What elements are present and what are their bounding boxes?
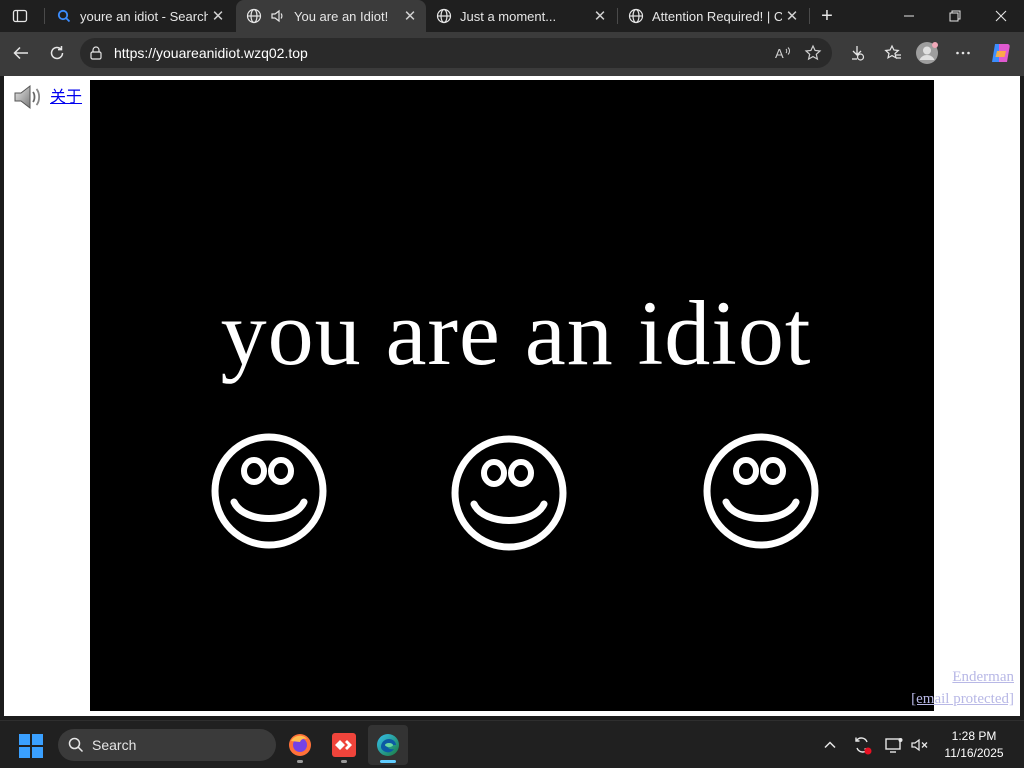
minimize-button[interactable] <box>886 0 932 32</box>
tab-title: Attention Required! | Clo <box>652 8 782 24</box>
site-info-icon[interactable] <box>88 45 104 61</box>
browser-essentials-icon <box>852 46 865 61</box>
search-icon <box>68 737 84 753</box>
close-tab-icon[interactable]: ✕ <box>400 6 420 26</box>
tab-actions-icon <box>12 9 28 23</box>
monitor-icon <box>885 738 903 753</box>
credit-author-link[interactable]: Enderman <box>911 666 1014 688</box>
close-tab-icon[interactable]: ✕ <box>208 6 228 26</box>
volume-tray-button[interactable] <box>908 733 932 757</box>
running-indicator <box>341 760 347 763</box>
tab-just-a-moment[interactable]: Just a moment... ✕ <box>426 0 616 32</box>
refresh-button[interactable] <box>42 38 72 68</box>
speaker-icon[interactable] <box>12 81 44 113</box>
windows-logo-icon <box>19 734 43 758</box>
black-stage: you are an idiot <box>90 80 934 711</box>
extensions-button[interactable] <box>842 38 872 68</box>
browser-toolbar: https://youareanidiot.wzq02.top A <box>0 32 1024 76</box>
close-icon <box>995 10 1007 22</box>
refresh-icon <box>50 46 64 60</box>
restore-icon <box>949 10 961 22</box>
avatar <box>916 42 938 64</box>
anydesk-icon <box>332 733 356 757</box>
active-app-indicator <box>380 760 396 763</box>
about-link[interactable]: 关于 <box>50 83 82 107</box>
volume-muted-icon <box>911 738 928 752</box>
windows-taskbar: Search 1:28 PM 11/16/2025 <box>0 720 1024 768</box>
tab-separator <box>44 8 45 24</box>
profile-button[interactable] <box>912 38 942 68</box>
credits: Enderman [email protected] <box>911 666 1014 710</box>
chevron-up-icon <box>824 741 836 749</box>
svg-text:A: A <box>775 46 784 61</box>
favorites-icon <box>884 44 901 59</box>
show-hidden-icons-button[interactable] <box>818 733 842 757</box>
tab-title: Just a moment... <box>460 8 557 24</box>
taskbar-app-edge[interactable] <box>368 725 408 765</box>
tab-you-are-an-idiot[interactable]: You are an Idiot! ✕ <box>236 0 426 32</box>
sync-icon <box>855 737 872 755</box>
close-tab-icon[interactable]: ✕ <box>590 6 610 26</box>
edge-icon <box>377 734 399 756</box>
tab-strip: youre an idiot - Search ✕ You are an Idi… <box>0 0 1024 32</box>
more-options-icon <box>956 51 970 55</box>
system-clock[interactable]: 1:28 PM 11/16/2025 <box>934 728 1014 762</box>
smiley-face-icon <box>450 434 568 552</box>
address-bar[interactable]: https://youareanidiot.wzq02.top A <box>80 38 832 68</box>
minimize-icon <box>904 15 914 17</box>
taskbar-search-label: Search <box>92 737 137 753</box>
tab-attention-required[interactable]: Attention Required! | Clo ✕ <box>618 0 808 32</box>
copilot-icon <box>992 44 1010 62</box>
display-tray-button[interactable] <box>882 733 906 757</box>
copilot-button[interactable] <box>986 38 1016 68</box>
back-button[interactable] <box>6 38 36 68</box>
globe-icon <box>628 8 644 24</box>
taskbar-search[interactable]: Search <box>58 729 276 761</box>
tab-search[interactable]: youre an idiot - Search ✕ <box>46 0 234 32</box>
taskbar-app-anydesk[interactable] <box>324 725 364 765</box>
close-window-button[interactable] <box>978 0 1024 32</box>
settings-menu-button[interactable] <box>948 38 978 68</box>
clock-date: 11/16/2025 <box>944 746 1004 760</box>
favorite-star-icon[interactable] <box>798 38 828 68</box>
new-tab-button[interactable]: + <box>814 4 840 28</box>
url-text[interactable]: https://youareanidiot.wzq02.top <box>114 45 768 61</box>
audio-playing-icon[interactable] <box>270 8 286 24</box>
smiley-face-icon <box>702 432 820 550</box>
plus-icon: + <box>821 4 833 27</box>
tab-separator <box>809 8 810 24</box>
back-arrow-icon <box>13 46 28 60</box>
running-indicator <box>297 760 303 763</box>
favorites-button[interactable] <box>878 38 908 68</box>
globe-icon <box>436 8 452 24</box>
start-button[interactable] <box>18 733 44 759</box>
tab-title: youre an idiot - Search <box>80 8 208 24</box>
update-tray-icon-button[interactable] <box>850 733 874 757</box>
credit-email-link[interactable]: [email protected] <box>911 688 1014 710</box>
read-aloud-icon[interactable]: A <box>768 38 798 68</box>
web-page: 关于 you are an idiot Enderman [email prot… <box>4 76 1020 716</box>
firefox-icon <box>289 734 311 756</box>
headline-text: you are an idiot <box>220 282 812 384</box>
clock-time: 1:28 PM <box>951 729 997 743</box>
tab-actions-button[interactable] <box>6 4 34 28</box>
close-tab-icon[interactable]: ✕ <box>782 6 802 26</box>
restore-button[interactable] <box>932 0 978 32</box>
search-icon <box>56 8 72 24</box>
globe-icon <box>246 8 262 24</box>
taskbar-app-firefox[interactable] <box>280 725 320 765</box>
smiley-face-icon <box>210 432 328 550</box>
tab-title: You are an Idiot! <box>294 8 389 24</box>
